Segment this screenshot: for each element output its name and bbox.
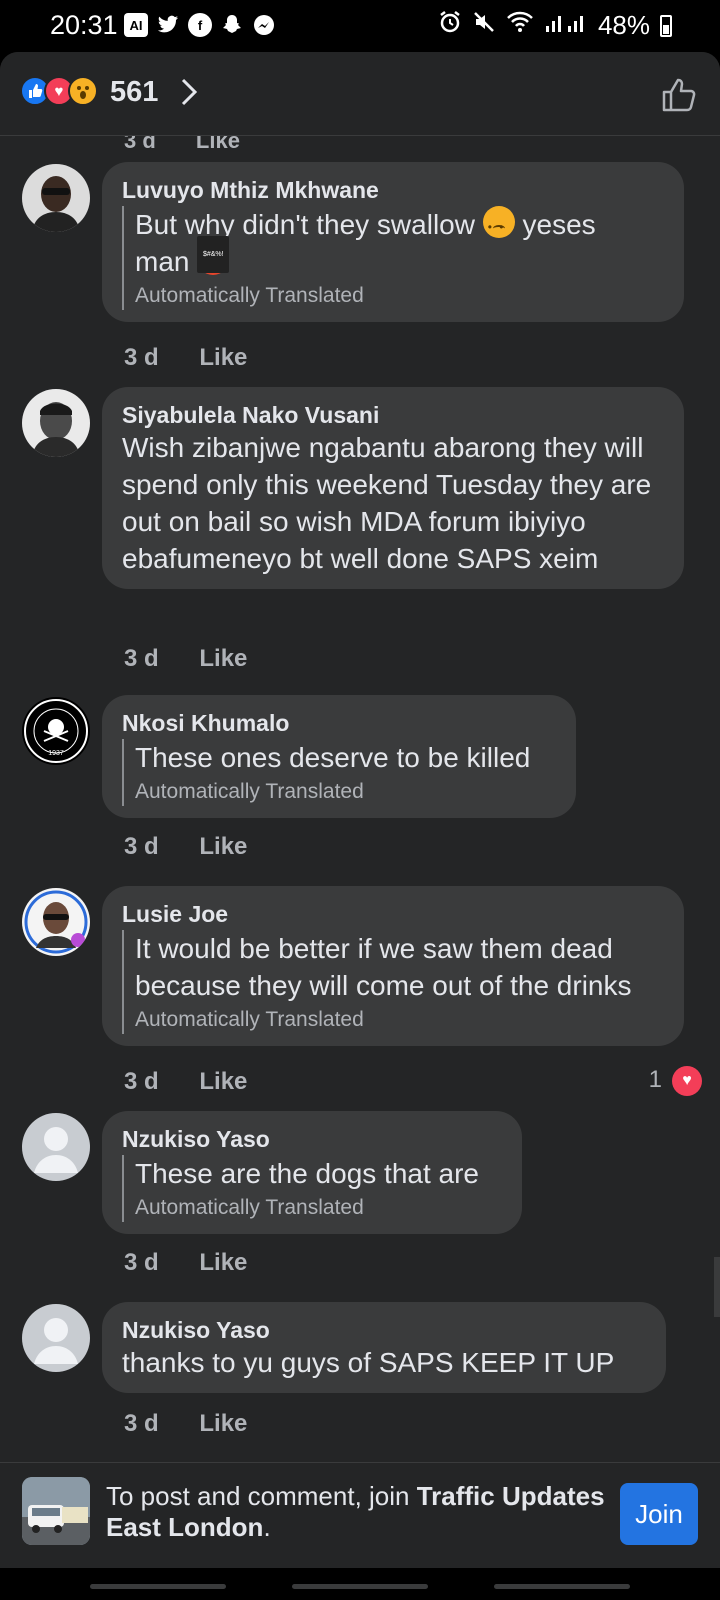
comment-author[interactable]: Lusie Joe xyxy=(122,900,664,928)
like-link[interactable]: Like xyxy=(199,1068,247,1095)
status-bar: 20:31 AI f 48% xyxy=(0,0,720,52)
like-link[interactable]: Like xyxy=(199,833,247,860)
ai-icon: AI xyxy=(124,13,148,37)
wow-reaction-icon xyxy=(68,76,98,106)
messenger-icon xyxy=(252,13,276,37)
comment-text: But why didn't they swallow yeses man xyxy=(135,206,664,280)
comment-meta: 3 d Like xyxy=(124,344,247,372)
home-button[interactable] xyxy=(292,1584,428,1589)
join-prompt: To post and comment, join Traffic Update… xyxy=(106,1481,605,1542)
reactions-header[interactable]: ♥ 561 xyxy=(0,52,720,136)
comment-text: These ones deserve to be killed xyxy=(135,742,531,773)
comment-text: Wish zibanjwe ngabantu abarong they will… xyxy=(122,432,652,574)
mute-icon xyxy=(472,10,496,41)
comment-time: 3 d xyxy=(124,1410,159,1437)
avatar[interactable] xyxy=(22,888,90,956)
sad-face-emoji-icon xyxy=(482,206,515,246)
translated-block: These are the dogs that are Automaticall… xyxy=(122,1155,502,1222)
like-link[interactable]: Like xyxy=(199,344,247,371)
love-reaction-icon[interactable]: ♥ xyxy=(672,1066,702,1096)
comment-time: 3 d xyxy=(124,1068,159,1095)
auto-translated-label[interactable]: Automatically Translated xyxy=(135,778,556,806)
avatar[interactable] xyxy=(22,164,90,232)
facebook-icon: f xyxy=(188,13,212,37)
comment-text: It would be better if we saw them dead b… xyxy=(135,933,632,1001)
status-time: 20:31 xyxy=(50,10,118,40)
comment-author[interactable]: Siyabulela Nako Vusani xyxy=(122,401,664,429)
signal-icon xyxy=(544,10,588,41)
comment-text: These are the dogs that are xyxy=(135,1158,479,1189)
avatar[interactable] xyxy=(22,1113,90,1181)
comments-panel[interactable]: ♥ 561 3 d Like Luvuyo Mthiz Mkhwane But … xyxy=(0,52,720,1462)
avatar-year: 1937 xyxy=(48,750,64,757)
auto-translated-label[interactable]: Automatically Translated xyxy=(135,282,664,310)
join-group-bar: To post and comment, join Traffic Update… xyxy=(0,1462,720,1568)
comment-bubble[interactable]: Siyabulela Nako Vusani Wish zibanjwe nga… xyxy=(102,387,684,589)
alarm-icon xyxy=(438,10,462,41)
join-button[interactable]: Join xyxy=(620,1483,698,1545)
translated-block: It would be better if we saw them dead b… xyxy=(122,930,664,1034)
notification-icons: AI f xyxy=(124,13,276,37)
comment-bubble[interactable]: Nzukiso Yaso thanks to yu guys of SAPS K… xyxy=(102,1302,666,1393)
comment-text: thanks to yu guys of SAPS KEEP IT UP xyxy=(122,1347,615,1378)
battery-level: 48% xyxy=(597,10,650,40)
reaction-count[interactable]: 561 xyxy=(110,76,158,109)
comment-meta: 3 d Like xyxy=(124,1249,247,1277)
comment-bubble[interactable]: Lusie Joe It would be better if we saw t… xyxy=(102,886,684,1046)
comment-time: 3 d xyxy=(124,344,159,371)
comment-bubble[interactable]: Nkosi Khumalo These ones deserve to be k… xyxy=(102,695,576,818)
comment-meta: 3 d Like xyxy=(124,645,247,673)
group-thumbnail[interactable] xyxy=(22,1477,90,1545)
comment-meta: 3 d Like xyxy=(124,1068,247,1096)
wifi-icon xyxy=(506,10,534,41)
auto-translated-label[interactable]: Automatically Translated xyxy=(135,1194,502,1222)
back-button[interactable] xyxy=(494,1584,630,1589)
system-nav-bar xyxy=(0,1568,720,1600)
reaction-icons[interactable]: ♥ xyxy=(20,76,98,106)
comment-time: 3 d xyxy=(124,833,159,860)
comment-author[interactable]: Luvuyo Mthiz Mkhwane xyxy=(122,176,664,204)
comment-author[interactable]: Nzukiso Yaso xyxy=(122,1316,646,1344)
avatar[interactable] xyxy=(22,389,90,457)
like-link[interactable]: Like xyxy=(199,1410,247,1437)
like-link[interactable]: Like xyxy=(199,1249,247,1276)
chevron-right-icon[interactable] xyxy=(180,78,198,106)
like-link[interactable]: Like xyxy=(199,645,247,672)
auto-translated-label[interactable]: Automatically Translated xyxy=(135,1006,664,1034)
twitter-icon xyxy=(156,13,180,37)
comment-meta: 3 d Like xyxy=(124,833,247,861)
reaction-count[interactable]: 1 xyxy=(649,1066,662,1094)
comment-author[interactable]: Nkosi Khumalo xyxy=(122,709,556,737)
comment-time: 3 d xyxy=(124,1249,159,1276)
comment-time: 3 d xyxy=(124,645,159,672)
comment-author[interactable]: Nzukiso Yaso xyxy=(122,1125,502,1153)
translated-block: But why didn't they swallow yeses man Au… xyxy=(122,206,664,310)
translated-block: These ones deserve to be killed Automati… xyxy=(122,739,556,806)
avatar[interactable] xyxy=(22,1304,90,1372)
status-right: 48% xyxy=(438,10,672,41)
comment-meta: 3 d Like xyxy=(124,1410,247,1438)
avatar[interactable]: 1937 xyxy=(22,697,90,765)
scrollbar[interactable] xyxy=(714,1257,720,1317)
battery-icon xyxy=(660,14,672,37)
like-post-icon[interactable] xyxy=(660,76,698,114)
recent-apps-button[interactable] xyxy=(90,1584,226,1589)
snapchat-icon xyxy=(220,13,244,37)
comment-bubble[interactable]: Nzukiso Yaso These are the dogs that are… xyxy=(102,1111,522,1234)
comment-bubble[interactable]: Luvuyo Mthiz Mkhwane But why didn't they… xyxy=(102,162,684,322)
cursing-face-emoji-icon xyxy=(197,236,230,275)
